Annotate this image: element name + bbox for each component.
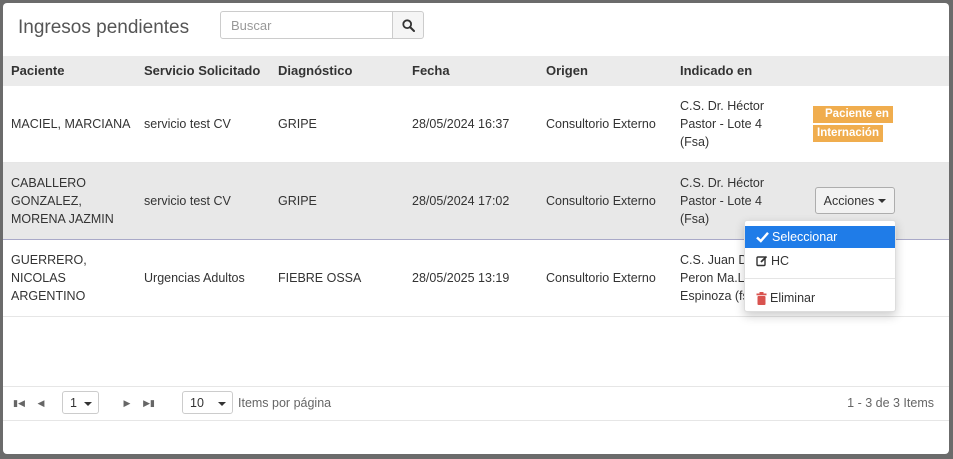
cell-origen: Consultorio Externo bbox=[546, 194, 656, 208]
cell-fecha: 28/05/2024 17:02 bbox=[412, 194, 510, 208]
cell-diagnostico: FIEBRE OSSA bbox=[278, 271, 362, 285]
last-page-icon[interactable]: ▶▮ bbox=[142, 395, 156, 411]
modal-header: Ingresos pendientes bbox=[3, 3, 949, 53]
pager-summary: 1 - 3 de 3 Items bbox=[847, 396, 934, 410]
column-header-origen[interactable]: Origen bbox=[546, 56, 588, 86]
page-size-select[interactable]: 10 bbox=[182, 391, 233, 414]
column-header-indicado[interactable]: Indicado en bbox=[680, 56, 752, 86]
modal-window: Ingresos pendientes Paciente Servicio So… bbox=[3, 3, 949, 454]
status-badge-line2: Internación bbox=[813, 125, 883, 142]
first-page-icon[interactable]: ▮◀ bbox=[12, 395, 26, 411]
menu-item-eliminar[interactable]: Eliminar bbox=[745, 287, 895, 309]
menu-divider bbox=[745, 278, 895, 279]
cell-origen: Consultorio Externo bbox=[546, 271, 656, 285]
prev-page-icon[interactable]: ◀ bbox=[34, 395, 48, 411]
next-page-icon[interactable]: ▶ bbox=[120, 395, 134, 411]
column-header-paciente[interactable]: Paciente bbox=[11, 56, 64, 86]
acciones-button[interactable]: Acciones bbox=[815, 187, 895, 214]
acciones-dropdown-menu: Seleccionar HC Eliminar bbox=[744, 220, 896, 312]
cell-indicado: C.S. Dr. Héctor Pastor - Lote 4 (Fsa) bbox=[680, 99, 765, 149]
column-header-servicio[interactable]: Servicio Solicitado bbox=[144, 56, 260, 86]
cell-servicio: servicio test CV bbox=[144, 117, 231, 131]
search-button[interactable] bbox=[392, 11, 424, 39]
cell-diagnostico: GRIPE bbox=[278, 194, 317, 208]
cell-origen: Consultorio Externo bbox=[546, 117, 656, 131]
table-header: Paciente Servicio Solicitado Diagnóstico… bbox=[3, 56, 949, 86]
cell-servicio: Urgencias Adultos bbox=[144, 271, 245, 285]
table-row[interactable]: MACIEL, MARCIANA servicio test CV GRIPE … bbox=[3, 86, 949, 163]
search-input[interactable] bbox=[220, 11, 393, 39]
cell-indicado: C.S. Juan D Peron Ma.Lu Espinoza (fs bbox=[680, 253, 752, 303]
pager: ▮◀ ◀ 1 ▶ ▶▮ 10 Items por página 1 - 3 de… bbox=[3, 386, 949, 421]
page-select[interactable]: 1 bbox=[62, 391, 99, 414]
column-header-diagnostico[interactable]: Diagnóstico bbox=[278, 56, 352, 86]
menu-item-seleccionar[interactable]: Seleccionar bbox=[745, 226, 895, 248]
items-per-page-label: Items por página bbox=[238, 396, 332, 410]
caret-down-icon bbox=[84, 402, 92, 406]
modal-title: Ingresos pendientes bbox=[18, 17, 190, 38]
cell-paciente: CABALLERO GONZALEZ, MORENA JAZMIN bbox=[11, 176, 114, 226]
menu-item-hc[interactable]: HC bbox=[745, 250, 895, 272]
caret-down-icon bbox=[218, 402, 226, 406]
cell-fecha: 28/05/2025 13:19 bbox=[412, 271, 510, 285]
cell-fecha: 28/05/2024 16:37 bbox=[412, 117, 510, 131]
trash-icon bbox=[756, 291, 767, 305]
check-icon bbox=[756, 232, 769, 243]
status-badge: Paciente en bbox=[813, 106, 893, 123]
edit-icon bbox=[756, 255, 768, 267]
cell-servicio: servicio test CV bbox=[144, 194, 231, 208]
cell-diagnostico: GRIPE bbox=[278, 117, 317, 131]
cell-paciente: MACIEL, MARCIANA bbox=[11, 117, 131, 131]
search-icon bbox=[401, 18, 415, 32]
column-header-fecha[interactable]: Fecha bbox=[412, 56, 450, 86]
cell-paciente: GUERRERO, NICOLAS ARGENTINO bbox=[11, 253, 87, 303]
caret-down-icon bbox=[878, 198, 887, 203]
